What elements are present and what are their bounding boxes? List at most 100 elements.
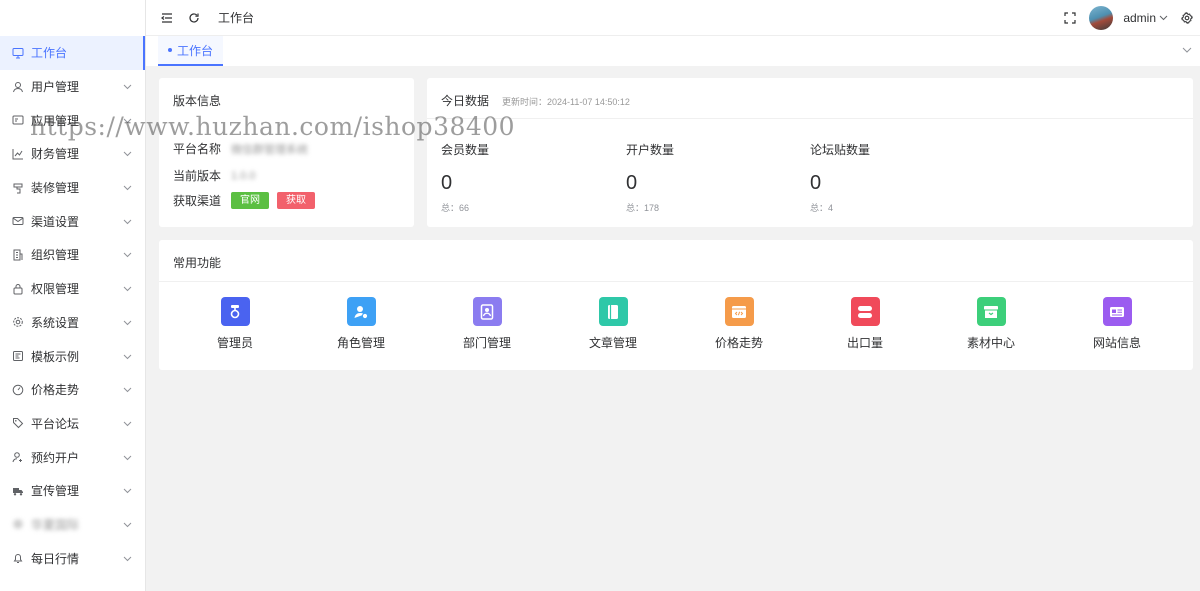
sidebar-item[interactable]: 平台论坛 [0,407,145,441]
function-shortcut[interactable]: 文章管理 [573,297,653,351]
function-shortcut[interactable]: 出口量 [825,297,905,351]
version-row: 当前版本 1.0.0 [173,167,255,184]
gauge-icon [12,384,24,396]
divider [427,118,1193,119]
chevron-down-icon [123,317,133,327]
function-label: 部门管理 [462,336,511,350]
chevron-down-icon [123,452,133,462]
sidebar-item-label: 每日行情 [31,551,80,566]
chevron-down-icon [123,351,133,361]
user-plus-icon [12,451,24,463]
sidebar-item[interactable]: 应用管理 [0,103,145,137]
tab-active-dot [168,48,172,52]
chevron-down-icon [123,486,133,496]
admin-icon [220,297,250,326]
get-button[interactable]: 获取 [277,192,315,209]
app-card-icon [12,114,24,126]
refresh-icon[interactable] [187,11,201,25]
sidebar-item-label: 应用管理 [31,113,80,128]
sidebar-item-label: 平台论坛 [31,416,80,431]
fullscreen-icon[interactable] [1063,11,1077,25]
function-label: 网站信息 [1092,336,1141,350]
function-shortcut[interactable]: 管理员 [195,297,275,351]
divider [159,281,1193,282]
monitor-icon [12,47,24,59]
bell-icon [12,552,24,564]
today-card-header: 今日数据 更新时间：2024-11-07 14:50:12 [441,92,630,109]
chevron-down-icon [123,385,133,395]
settings-gear-icon[interactable] [1180,11,1194,25]
sidebar-menu: 工作台用户管理应用管理财务管理装修管理渠道设置 组织管理权限管理系统设置 模板示例价… [0,0,145,575]
stat-value: 0 [810,172,822,194]
function-label: 出口量 [846,336,883,350]
function-shortcut[interactable]: 部门管理 [447,297,527,351]
common-functions-card: 常用功能 管理员 角色管理 部门管理 文章管理 价格走势 出口量 素材中心 网站信息 [159,240,1193,370]
chevron-down-icon [123,284,133,294]
function-label: 价格走势 [714,336,763,350]
version-label: 当前版本 [173,169,222,183]
collapse-menu-icon[interactable] [160,11,174,25]
sidebar-item[interactable]: 财务管理 [0,137,145,171]
tab-workbench[interactable]: 工作台 [158,36,224,66]
sidebar-item[interactable]: 价格走势 [0,373,145,407]
server-icon [850,297,880,326]
sidebar-item-label: 价格走势 [31,383,80,398]
chevron-down-icon [123,418,133,428]
function-label: 文章管理 [588,336,637,350]
stat-members: 会员数量 0 总：66 [441,141,611,214]
sidebar-item-label: 权限管理 [31,282,80,297]
sidebar-item[interactable]: 工作台 [0,36,145,70]
sidebar-item[interactable]: 权限管理 [0,272,145,306]
stat-total: 总：4 [810,203,834,213]
building-icon [12,249,24,261]
sidebar-item[interactable]: 模板示例 [0,339,145,373]
platform-row: 平台名称 微信群管理系统 [173,140,308,157]
sidebar-item[interactable]: 用户管理 [0,70,145,104]
sidebar-item[interactable]: 每日行情 [0,541,145,575]
chart-icon [12,148,24,160]
function-label: 管理员 [216,336,253,350]
function-shortcut[interactable]: 素材中心 [951,297,1031,351]
avatar[interactable] [1089,5,1114,30]
update-time: 更新时间：2024-11-07 14:50:12 [502,97,630,107]
stat-accounts: 开户数量 0 总：178 [626,141,796,214]
sidebar-item-label: 用户管理 [31,80,80,95]
lock-icon [12,283,24,295]
stat-value: 0 [441,172,453,194]
article-icon [598,297,628,326]
sidebar-item[interactable]: 渠道设置 [0,204,145,238]
sidebar-item-label: 装修管理 [31,181,80,196]
function-shortcut[interactable]: 网站信息 [1077,297,1157,351]
breadcrumb-title: 工作台 [218,11,255,25]
sidebar-item[interactable]: 系统设置 [0,306,145,340]
tabs-bar: 工作台 [146,36,1200,66]
sidebar: 工作台用户管理应用管理财务管理装修管理渠道设置 组织管理权限管理系统设置 模板示例价… [0,0,146,591]
user-icon [12,81,24,93]
platform-value: 微信群管理系统 [231,143,308,156]
tabs-dropdown-icon[interactable] [1182,44,1192,58]
stat-label: 会员数量 [441,143,490,157]
chevron-down-icon [123,115,133,125]
today-data-card: 今日数据 更新时间：2024-11-07 14:50:12 会员数量 0 总：6… [427,78,1193,227]
sidebar-item[interactable]: 组织管理 [0,238,145,272]
tab-label: 工作台 [177,43,214,58]
gear-icon [12,316,24,328]
channel-label: 获取渠道 [173,194,222,208]
function-shortcut[interactable]: 价格走势 [699,297,779,351]
user-menu[interactable]: admin [1123,11,1168,25]
function-shortcut[interactable]: 角色管理 [321,297,401,351]
sidebar-item[interactable]: 装修管理 [0,171,145,205]
stat-forum-posts: 论坛贴数量 0 总：4 [810,141,980,214]
chevron-down-icon [123,553,133,563]
chevron-down-icon [1159,15,1168,21]
circle-icon [12,518,24,530]
sidebar-item[interactable]: 华夏国际 [0,508,145,542]
sidebar-item[interactable]: 预约开户 [0,440,145,474]
sidebar-item[interactable]: 宣传管理 [0,474,145,508]
stat-total: 总：66 [441,203,470,213]
tag-icon [12,417,24,429]
truck-icon [12,485,24,497]
sidebar-item-label: 财务管理 [31,147,80,162]
official-site-button[interactable]: 官网 [231,192,269,209]
chevron-down-icon [123,183,133,193]
